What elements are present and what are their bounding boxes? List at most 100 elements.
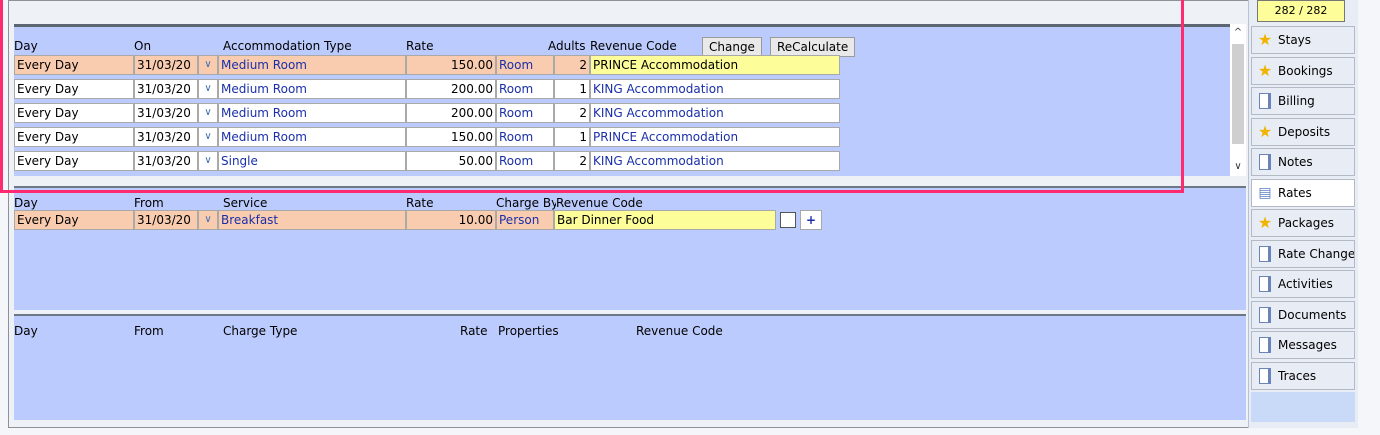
chevron-down-icon[interactable]: ∨ xyxy=(198,79,218,99)
rate-day-cell[interactable]: Every Day xyxy=(14,103,134,123)
header-revenue-code: Revenue Code xyxy=(590,39,677,53)
rate-date-cell[interactable]: 31/03/20 xyxy=(134,55,198,75)
rate-amount-cell[interactable]: 150.00 xyxy=(406,127,496,147)
header-charge-by: Charge By xyxy=(496,196,556,210)
sidebar-item-deposits[interactable]: ★ Deposits xyxy=(1251,117,1355,146)
rates-scrollbar[interactable]: ^ ∨ xyxy=(1230,24,1246,176)
scroll-up-icon[interactable]: ^ xyxy=(1230,26,1246,40)
service-revenue-cell[interactable]: Bar Dinner Food xyxy=(554,210,776,230)
rate-date-cell[interactable]: 31/03/20 xyxy=(134,103,198,123)
rate-unit-cell[interactable]: Room xyxy=(496,127,554,147)
service-name-cell[interactable]: Breakfast xyxy=(218,210,406,230)
sidebar-item-rate-change[interactable]: Rate Change xyxy=(1251,239,1355,268)
service-day-cell[interactable]: Every Day xyxy=(14,210,134,230)
rate-adults-cell[interactable]: 2 xyxy=(554,55,590,75)
document-icon xyxy=(1259,367,1271,384)
chevron-down-icon[interactable]: ∨ xyxy=(198,210,218,230)
sidebar-item-stays[interactable]: ★ Stays xyxy=(1251,26,1355,54)
chevron-down-icon[interactable]: ∨ xyxy=(198,103,218,123)
services-panel: Day From Service Rate Charge By Revenue … xyxy=(14,186,1246,310)
header-service: Service xyxy=(223,196,268,210)
rate-unit-cell[interactable]: Room xyxy=(496,79,554,99)
sidebar-item-documents[interactable]: Documents xyxy=(1251,300,1355,329)
rate-type-cell[interactable]: Single xyxy=(218,151,406,171)
sidebar-item-traces[interactable]: Traces xyxy=(1251,361,1355,390)
sidebar: 282 / 282 ★ Stays ★ Bookings Billing ★ Deposit… xyxy=(1248,0,1358,428)
service-checkbox[interactable] xyxy=(780,212,796,228)
header-day: Day xyxy=(14,196,38,210)
scroll-down-icon[interactable]: ∨ xyxy=(1230,160,1246,174)
sidebar-item-activities[interactable]: Activities xyxy=(1251,270,1355,298)
rate-revenue-cell[interactable]: PRINCE Accommodation xyxy=(590,127,840,147)
sidebar-item-label: Rates xyxy=(1278,185,1312,200)
header-accommodation-type: Accommodation Type xyxy=(223,39,352,53)
header-day: Day xyxy=(14,324,38,338)
rate-day-cell[interactable]: Every Day xyxy=(14,79,134,99)
scrollbar-thumb[interactable] xyxy=(1232,44,1244,144)
recalculate-button[interactable]: ReCalculate xyxy=(770,37,856,57)
rate-unit-cell[interactable]: Room xyxy=(496,151,554,171)
sidebar-footer xyxy=(1251,392,1355,422)
chevron-down-icon[interactable]: ∨ xyxy=(198,151,218,171)
header-adults: Adults xyxy=(548,39,586,53)
rate-type-cell[interactable]: Medium Room xyxy=(218,55,406,75)
rate-date-cell[interactable]: 31/03/20 xyxy=(134,151,198,171)
chat-icon: ▤ xyxy=(1258,184,1272,201)
rate-amount-cell[interactable]: 200.00 xyxy=(406,79,496,99)
sidebar-item-label: Billing xyxy=(1278,94,1315,108)
header-on: On xyxy=(134,39,152,53)
rate-day-cell[interactable]: Every Day xyxy=(14,151,134,171)
star-icon: ★ xyxy=(1257,30,1273,49)
sidebar-item-label: Messages xyxy=(1278,338,1337,352)
rates-panel: Day On Accommodation Type Rate Adults Re… xyxy=(14,24,1246,176)
sidebar-item-label: Notes xyxy=(1278,155,1313,169)
service-date-cell[interactable]: 31/03/20 xyxy=(134,210,198,230)
rate-day-cell[interactable]: Every Day xyxy=(14,127,134,147)
sidebar-item-rates[interactable]: ▤ Rates xyxy=(1251,178,1355,207)
change-button[interactable]: Change xyxy=(702,37,762,57)
service-rate-cell[interactable]: 10.00 xyxy=(406,210,496,230)
rate-amount-cell[interactable]: 150.00 xyxy=(406,55,496,75)
document-icon xyxy=(1259,306,1271,323)
rate-unit-cell[interactable]: Room xyxy=(496,103,554,123)
rate-revenue-cell[interactable]: KING Accommodation xyxy=(590,151,840,171)
add-service-button[interactable]: + xyxy=(800,210,822,230)
document-icon xyxy=(1259,245,1271,262)
sidebar-item-label: Packages xyxy=(1278,216,1334,230)
rate-amount-cell[interactable]: 50.00 xyxy=(406,151,496,171)
sidebar-item-messages[interactable]: Messages xyxy=(1251,331,1355,359)
rate-revenue-cell[interactable]: KING Accommodation xyxy=(590,103,840,123)
document-icon xyxy=(1259,276,1271,292)
sidebar-item-notes[interactable]: Notes xyxy=(1251,148,1355,176)
rate-revenue-cell[interactable]: PRINCE Accommodation xyxy=(590,55,840,75)
rate-amount-cell[interactable]: 200.00 xyxy=(406,103,496,123)
document-icon xyxy=(1259,154,1271,170)
chevron-down-icon[interactable]: ∨ xyxy=(198,55,218,75)
rate-unit-cell[interactable]: Room xyxy=(496,55,554,75)
sidebar-item-label: Traces xyxy=(1278,368,1317,383)
rate-type-cell[interactable]: Medium Room xyxy=(218,103,406,123)
rate-adults-cell[interactable]: 1 xyxy=(554,79,590,99)
header-from: From xyxy=(134,196,164,210)
rate-revenue-cell[interactable]: KING Accommodation xyxy=(590,79,840,99)
sidebar-item-billing[interactable]: Billing xyxy=(1251,87,1355,115)
sidebar-item-label: Stays xyxy=(1278,33,1312,47)
chevron-down-icon[interactable]: ∨ xyxy=(198,127,218,147)
rate-adults-cell[interactable]: 2 xyxy=(554,151,590,171)
sidebar-item-label: Bookings xyxy=(1278,63,1333,78)
rate-type-cell[interactable]: Medium Room xyxy=(218,127,406,147)
rate-adults-cell[interactable]: 1 xyxy=(554,127,590,147)
sidebar-item-bookings[interactable]: ★ Bookings xyxy=(1251,56,1355,85)
header-rate: Rate xyxy=(406,39,434,53)
service-charge-by-cell[interactable]: Person xyxy=(496,210,554,230)
header-rate: Rate xyxy=(460,324,488,338)
rate-type-cell[interactable]: Medium Room xyxy=(218,79,406,99)
rate-date-cell[interactable]: 31/03/20 xyxy=(134,79,198,99)
rate-date-cell[interactable]: 31/03/20 xyxy=(134,127,198,147)
sidebar-item-packages[interactable]: ★ Packages xyxy=(1251,209,1355,237)
rate-day-cell[interactable]: Every Day xyxy=(14,55,134,75)
header-revenue-code: Revenue Code xyxy=(636,324,723,338)
rate-adults-cell[interactable]: 2 xyxy=(554,103,590,123)
sidebar-item-label: Rate Change xyxy=(1278,246,1355,261)
header-day: Day xyxy=(14,39,38,53)
